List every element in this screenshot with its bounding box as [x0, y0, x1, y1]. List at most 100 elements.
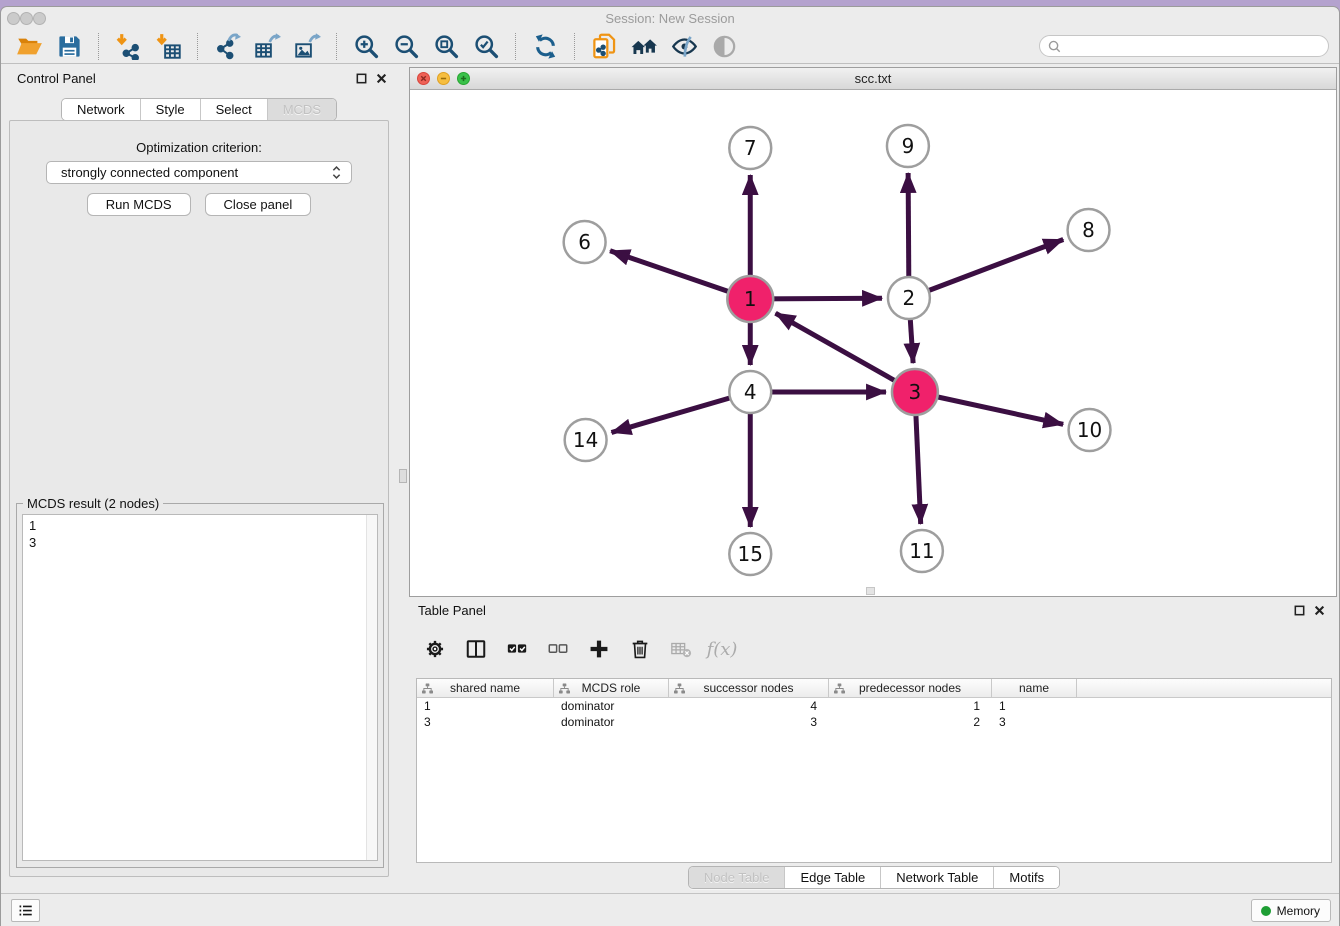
deselect-all-columns-icon[interactable]: [546, 637, 570, 661]
save-session-icon[interactable]: [54, 31, 84, 61]
column-header-successor-nodes[interactable]: successor nodes: [669, 679, 829, 697]
float-table-panel-icon[interactable]: [1294, 605, 1305, 616]
graph-edge-2-8[interactable]: [909, 240, 1063, 299]
zoom-fit-icon[interactable]: [431, 31, 461, 61]
table-cell[interactable]: 3: [992, 714, 1077, 730]
memory-label: Memory: [1277, 904, 1320, 918]
memory-button[interactable]: Memory: [1251, 899, 1331, 922]
close-panel-button[interactable]: Close panel: [205, 193, 312, 216]
table-cell[interactable]: 2: [829, 714, 992, 730]
list-icon: [17, 903, 34, 918]
table-cell[interactable]: 3: [669, 714, 829, 730]
refresh-view-icon[interactable]: [530, 31, 560, 61]
table-cell[interactable]: 3: [417, 714, 554, 730]
column-type-icon: [559, 683, 570, 694]
close-network-icon[interactable]: [417, 72, 430, 85]
tab-network-table[interactable]: Network Table: [881, 867, 994, 888]
table-cell[interactable]: 1: [829, 698, 992, 714]
network-title: scc.txt: [410, 68, 1336, 89]
search-input[interactable]: [1067, 39, 1320, 53]
column-header-name[interactable]: name: [992, 679, 1077, 697]
search-icon: [1048, 40, 1061, 53]
toolbar-separator: [515, 33, 516, 60]
table-cell[interactable]: dominator: [554, 698, 669, 714]
hide-panels-icon[interactable]: [669, 31, 699, 61]
network-view-window: scc.txt 1234678910111415: [409, 67, 1337, 597]
result-line: 1: [23, 515, 377, 534]
close-table-panel-icon[interactable]: [1314, 605, 1325, 616]
canvas-splitter-grip[interactable]: [866, 587, 875, 595]
import-network-icon[interactable]: [113, 31, 143, 61]
tab-edge-table[interactable]: Edge Table: [785, 867, 881, 888]
tab-mcds[interactable]: MCDS: [268, 99, 336, 120]
criterion-dropdown[interactable]: strongly connected component: [46, 161, 352, 184]
table-cell[interactable]: 4: [669, 698, 829, 714]
minimize-network-icon[interactable]: [437, 72, 450, 85]
create-column-icon[interactable]: [587, 637, 611, 661]
graph-node-label: 3: [909, 380, 922, 404]
mcds-panel: Optimization criterion: strongly connect…: [9, 120, 389, 877]
panel-splitter[interactable]: [397, 65, 409, 893]
close-window-icon[interactable]: [7, 12, 20, 25]
graph-node-label: 6: [578, 230, 591, 254]
maximize-network-icon[interactable]: [457, 72, 470, 85]
zoom-window-icon[interactable]: [33, 12, 46, 25]
result-scrollbar[interactable]: [366, 515, 377, 860]
export-image-icon[interactable]: [292, 31, 322, 61]
graph-node-label: 2: [903, 286, 916, 310]
search-box[interactable]: [1039, 35, 1329, 57]
minimize-window-icon[interactable]: [20, 12, 33, 25]
node-table: shared nameMCDS rolesuccessor nodesprede…: [416, 678, 1332, 863]
float-panel-icon[interactable]: [356, 73, 367, 84]
zoom-in-icon[interactable]: [351, 31, 381, 61]
show-column-browser-icon[interactable]: [464, 637, 488, 661]
splitter-grip[interactable]: [399, 469, 407, 483]
table-row[interactable]: 1dominator411: [417, 698, 1331, 714]
clone-network-icon[interactable]: [589, 31, 619, 61]
network-window-titlebar: scc.txt: [410, 68, 1336, 90]
graph-node-label: 11: [909, 539, 934, 563]
zoom-out-icon[interactable]: [391, 31, 421, 61]
mcds-result-title: MCDS result (2 nodes): [23, 496, 163, 511]
open-session-icon[interactable]: [14, 31, 44, 61]
graph-node-label: 8: [1082, 218, 1095, 242]
column-header-predecessor-nodes[interactable]: predecessor nodes: [829, 679, 992, 697]
show-all-networks-icon[interactable]: [629, 31, 659, 61]
table-header-row: shared nameMCDS rolesuccessor nodesprede…: [417, 679, 1331, 698]
import-table-icon[interactable]: [153, 31, 183, 61]
close-panel-icon[interactable]: [376, 73, 387, 84]
tab-motifs[interactable]: Motifs: [994, 867, 1059, 888]
main-toolbar: [1, 29, 1339, 64]
tab-network[interactable]: Network: [62, 99, 141, 120]
tab-select[interactable]: Select: [201, 99, 268, 120]
table-row[interactable]: 3dominator323: [417, 714, 1331, 730]
function-builder-icon[interactable]: f(x): [710, 637, 734, 661]
task-history-button[interactable]: [11, 899, 40, 922]
table-settings-icon[interactable]: [423, 637, 447, 661]
control-panel: Control Panel NetworkStyleSelectMCDS Opt…: [1, 65, 397, 893]
table-toolbar: f(x): [423, 629, 1332, 669]
export-table-icon[interactable]: [252, 31, 282, 61]
graph-node-label: 9: [902, 134, 915, 158]
run-mcds-button[interactable]: Run MCDS: [87, 193, 191, 216]
column-type-icon: [422, 683, 433, 694]
status-bar: Memory: [1, 893, 1339, 926]
select-all-columns-icon[interactable]: [505, 637, 529, 661]
column-header-MCDS-role[interactable]: MCDS role: [554, 679, 669, 697]
network-canvas[interactable]: 1234678910111415: [410, 90, 1336, 596]
delete-columns-icon[interactable]: [628, 637, 652, 661]
table-panel: Table Panel: [409, 599, 1339, 893]
table-cell[interactable]: dominator: [554, 714, 669, 730]
table-cell[interactable]: 1: [417, 698, 554, 714]
toggle-view-icon[interactable]: [709, 31, 739, 61]
tab-style[interactable]: Style: [141, 99, 201, 120]
titlebar: Session: New Session: [1, 7, 1339, 29]
export-network-icon[interactable]: [212, 31, 242, 61]
mcds-result-list[interactable]: 13: [22, 514, 378, 861]
tab-node-table[interactable]: Node Table: [689, 867, 786, 888]
column-header-shared-name[interactable]: shared name: [417, 679, 554, 697]
table-cell[interactable]: 1: [992, 698, 1077, 714]
zoom-selected-icon[interactable]: [471, 31, 501, 61]
desktop: Session: New Session: [0, 0, 1340, 926]
delete-table-icon[interactable]: [669, 637, 693, 661]
